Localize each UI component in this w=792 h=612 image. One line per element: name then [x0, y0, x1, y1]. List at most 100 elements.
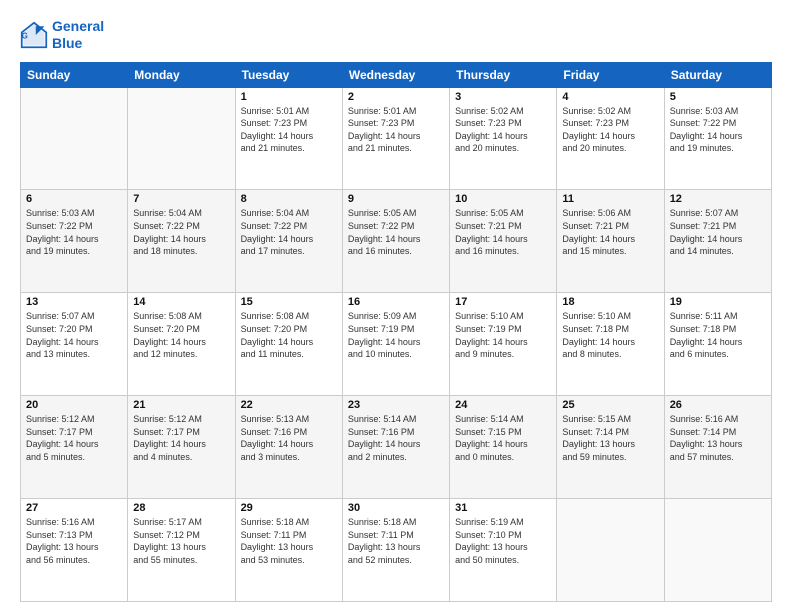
cell-day-number: 25: [562, 399, 658, 411]
cell-day-number: 26: [670, 399, 766, 411]
calendar-cell: [664, 499, 771, 602]
calendar-cell: 30 Sunrise: 5:18 AM Sunset: 7:11 PM Dayli…: [342, 499, 449, 602]
cell-day-number: 3: [455, 91, 551, 103]
weekday-header-tuesday: Tuesday: [235, 62, 342, 87]
calendar-cell: 18Sunrise: 5:10 AM Sunset: 7:18 PM Dayli…: [557, 293, 664, 396]
cell-info-text: Sunrise: 5:01 AM Sunset: 7:23 PM Dayligh…: [348, 105, 444, 155]
cell-info-text: Sunrise: 5:07 AM Sunset: 7:21 PM Dayligh…: [670, 207, 766, 257]
cell-day-number: 27: [26, 502, 122, 514]
cell-day-number: 31: [455, 502, 551, 514]
cell-info-text: Sunrise: 5:10 AM Sunset: 7:19 PM Dayligh…: [455, 310, 551, 360]
cell-info-text: Sunrise: 5:02 AM Sunset: 7:23 PM Dayligh…: [455, 105, 551, 155]
cell-info-text: Sunrise: 5:06 AM Sunset: 7:21 PM Dayligh…: [562, 207, 658, 257]
weekday-header-sunday: Sunday: [21, 62, 128, 87]
calendar-cell: 24Sunrise: 5:14 AM Sunset: 7:15 PM Dayli…: [450, 396, 557, 499]
calendar-cell: 1 Sunrise: 5:01 AM Sunset: 7:23 PM Daylig…: [235, 87, 342, 190]
logo-text: General Blue: [52, 18, 104, 52]
calendar-cell: 28 Sunrise: 5:17 AM Sunset: 7:12 PM Dayli…: [128, 499, 235, 602]
calendar-cell: 12 Sunrise: 5:07 AM Sunset: 7:21 PM Dayli…: [664, 190, 771, 293]
cell-info-text: Sunrise: 5:05 AM Sunset: 7:22 PM Dayligh…: [348, 207, 444, 257]
cell-day-number: 19: [670, 296, 766, 308]
page: G General Blue SundayMondayTuesdayWednes…: [0, 0, 792, 612]
cell-info-text: Sunrise: 5:15 AM Sunset: 7:14 PM Dayligh…: [562, 413, 658, 463]
cell-info-text: Sunrise: 5:12 AM Sunset: 7:17 PM Dayligh…: [133, 413, 229, 463]
cell-info-text: Sunrise: 5:03 AM Sunset: 7:22 PM Dayligh…: [26, 207, 122, 257]
calendar-cell: 3 Sunrise: 5:02 AM Sunset: 7:23 PM Daylig…: [450, 87, 557, 190]
cell-info-text: Sunrise: 5:04 AM Sunset: 7:22 PM Dayligh…: [133, 207, 229, 257]
cell-info-text: Sunrise: 5:02 AM Sunset: 7:23 PM Dayligh…: [562, 105, 658, 155]
logo-icon: G: [20, 21, 48, 49]
cell-day-number: 8: [241, 193, 337, 205]
calendar-cell: 16Sunrise: 5:09 AM Sunset: 7:19 PM Dayli…: [342, 293, 449, 396]
cell-info-text: Sunrise: 5:04 AM Sunset: 7:22 PM Dayligh…: [241, 207, 337, 257]
calendar-cell: 27Sunrise: 5:16 AM Sunset: 7:13 PM Dayli…: [21, 499, 128, 602]
cell-info-text: Sunrise: 5:05 AM Sunset: 7:21 PM Dayligh…: [455, 207, 551, 257]
header: G General Blue: [20, 18, 772, 52]
week-row-2: 6 Sunrise: 5:03 AM Sunset: 7:22 PM Daylig…: [21, 190, 772, 293]
cell-day-number: 29: [241, 502, 337, 514]
cell-day-number: 12: [670, 193, 766, 205]
cell-info-text: Sunrise: 5:07 AM Sunset: 7:20 PM Dayligh…: [26, 310, 122, 360]
cell-day-number: 18: [562, 296, 658, 308]
cell-day-number: 15: [241, 296, 337, 308]
weekday-header-saturday: Saturday: [664, 62, 771, 87]
calendar-cell: 14Sunrise: 5:08 AM Sunset: 7:20 PM Dayli…: [128, 293, 235, 396]
week-row-5: 27Sunrise: 5:16 AM Sunset: 7:13 PM Dayli…: [21, 499, 772, 602]
calendar-cell: 29 Sunrise: 5:18 AM Sunset: 7:11 PM Dayli…: [235, 499, 342, 602]
calendar-cell: 20 Sunrise: 5:12 AM Sunset: 7:17 PM Dayli…: [21, 396, 128, 499]
calendar-cell: 4 Sunrise: 5:02 AM Sunset: 7:23 PM Daylig…: [557, 87, 664, 190]
calendar-cell: 5 Sunrise: 5:03 AM Sunset: 7:22 PM Daylig…: [664, 87, 771, 190]
calendar-cell: 8 Sunrise: 5:04 AM Sunset: 7:22 PM Daylig…: [235, 190, 342, 293]
cell-day-number: 20: [26, 399, 122, 411]
cell-info-text: Sunrise: 5:18 AM Sunset: 7:11 PM Dayligh…: [348, 516, 444, 566]
week-row-4: 20 Sunrise: 5:12 AM Sunset: 7:17 PM Dayli…: [21, 396, 772, 499]
calendar-cell: 17Sunrise: 5:10 AM Sunset: 7:19 PM Dayli…: [450, 293, 557, 396]
calendar-cell: 10Sunrise: 5:05 AM Sunset: 7:21 PM Dayli…: [450, 190, 557, 293]
calendar-cell: 7 Sunrise: 5:04 AM Sunset: 7:22 PM Daylig…: [128, 190, 235, 293]
weekday-header-wednesday: Wednesday: [342, 62, 449, 87]
svg-text:G: G: [22, 31, 28, 40]
cell-info-text: Sunrise: 5:19 AM Sunset: 7:10 PM Dayligh…: [455, 516, 551, 566]
cell-info-text: Sunrise: 5:03 AM Sunset: 7:22 PM Dayligh…: [670, 105, 766, 155]
calendar-cell: 9 Sunrise: 5:05 AM Sunset: 7:22 PM Daylig…: [342, 190, 449, 293]
cell-info-text: Sunrise: 5:01 AM Sunset: 7:23 PM Dayligh…: [241, 105, 337, 155]
cell-day-number: 13: [26, 296, 122, 308]
calendar-cell: 6 Sunrise: 5:03 AM Sunset: 7:22 PM Daylig…: [21, 190, 128, 293]
calendar-cell: [128, 87, 235, 190]
calendar-cell: 31 Sunrise: 5:19 AM Sunset: 7:10 PM Dayli…: [450, 499, 557, 602]
cell-day-number: 9: [348, 193, 444, 205]
cell-day-number: 7: [133, 193, 229, 205]
cell-day-number: 5: [670, 91, 766, 103]
week-row-3: 13 Sunrise: 5:07 AM Sunset: 7:20 PM Dayli…: [21, 293, 772, 396]
cell-day-number: 4: [562, 91, 658, 103]
calendar-cell: [557, 499, 664, 602]
cell-day-number: 11: [562, 193, 658, 205]
weekday-header-friday: Friday: [557, 62, 664, 87]
calendar-cell: 26 Sunrise: 5:16 AM Sunset: 7:14 PM Dayli…: [664, 396, 771, 499]
calendar-cell: 23Sunrise: 5:14 AM Sunset: 7:16 PM Dayli…: [342, 396, 449, 499]
logo-line2: Blue: [52, 35, 104, 52]
cell-info-text: Sunrise: 5:12 AM Sunset: 7:17 PM Dayligh…: [26, 413, 122, 463]
calendar-cell: 11 Sunrise: 5:06 AM Sunset: 7:21 PM Dayli…: [557, 190, 664, 293]
calendar-table: SundayMondayTuesdayWednesdayThursdayFrid…: [20, 62, 772, 602]
cell-info-text: Sunrise: 5:16 AM Sunset: 7:14 PM Dayligh…: [670, 413, 766, 463]
cell-info-text: Sunrise: 5:17 AM Sunset: 7:12 PM Dayligh…: [133, 516, 229, 566]
cell-info-text: Sunrise: 5:18 AM Sunset: 7:11 PM Dayligh…: [241, 516, 337, 566]
weekday-header-monday: Monday: [128, 62, 235, 87]
cell-info-text: Sunrise: 5:09 AM Sunset: 7:19 PM Dayligh…: [348, 310, 444, 360]
calendar-cell: [21, 87, 128, 190]
cell-day-number: 30: [348, 502, 444, 514]
cell-day-number: 28: [133, 502, 229, 514]
weekday-header-thursday: Thursday: [450, 62, 557, 87]
calendar-cell: 21 Sunrise: 5:12 AM Sunset: 7:17 PM Dayli…: [128, 396, 235, 499]
cell-day-number: 6: [26, 193, 122, 205]
calendar-cell: 19 Sunrise: 5:11 AM Sunset: 7:18 PM Dayli…: [664, 293, 771, 396]
cell-day-number: 1: [241, 91, 337, 103]
cell-day-number: 21: [133, 399, 229, 411]
cell-info-text: Sunrise: 5:11 AM Sunset: 7:18 PM Dayligh…: [670, 310, 766, 360]
calendar-cell: 22Sunrise: 5:13 AM Sunset: 7:16 PM Dayli…: [235, 396, 342, 499]
cell-day-number: 23: [348, 399, 444, 411]
cell-info-text: Sunrise: 5:08 AM Sunset: 7:20 PM Dayligh…: [241, 310, 337, 360]
cell-day-number: 22: [241, 399, 337, 411]
cell-info-text: Sunrise: 5:08 AM Sunset: 7:20 PM Dayligh…: [133, 310, 229, 360]
